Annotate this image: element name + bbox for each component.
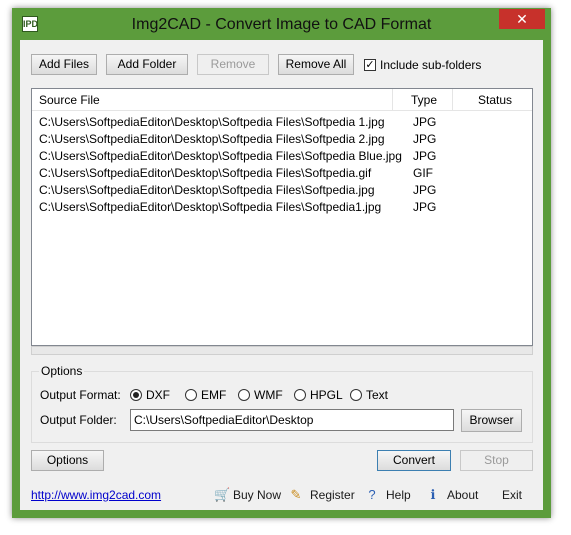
- options-button[interactable]: Options: [31, 450, 104, 471]
- client-area: Add Files Add Folder Remove Remove All ✓…: [20, 40, 543, 510]
- cell-source-file: C:\Users\SoftpediaEditor\Desktop\Softped…: [39, 200, 382, 214]
- help-link[interactable]: Help: [386, 488, 411, 502]
- window-title: Img2CAD - Convert Image to CAD Format: [131, 16, 432, 33]
- table-row[interactable]: C:\Users\SoftpediaEditor\Desktop\Softped…: [32, 130, 532, 147]
- cart-icon: 🛒: [214, 487, 231, 502]
- include-subfolders-checkbox[interactable]: ✓: [364, 59, 376, 71]
- website-link[interactable]: http://www.img2cad.com: [31, 488, 161, 502]
- close-button[interactable]: ✕: [499, 9, 545, 29]
- column-divider[interactable]: [392, 89, 393, 110]
- about-link[interactable]: About: [447, 488, 478, 502]
- column-source-file[interactable]: Source File: [39, 93, 100, 107]
- radio-dxf-label[interactable]: DXF: [146, 388, 170, 402]
- cell-source-file: C:\Users\SoftpediaEditor\Desktop\Softped…: [39, 183, 375, 197]
- options-group-label: Options: [39, 364, 85, 378]
- radio-hpgl[interactable]: [294, 389, 306, 401]
- horizontal-scrollbar[interactable]: [31, 346, 533, 355]
- radio-emf-label[interactable]: EMF: [201, 388, 226, 402]
- output-format-label: Output Format:: [40, 388, 121, 402]
- remove-button[interactable]: Remove: [197, 54, 269, 75]
- radio-dxf[interactable]: [130, 389, 142, 401]
- stop-button[interactable]: Stop: [460, 450, 533, 471]
- table-row[interactable]: C:\Users\SoftpediaEditor\Desktop\Softped…: [32, 181, 532, 198]
- table-row[interactable]: C:\Users\SoftpediaEditor\Desktop\Softped…: [32, 198, 532, 215]
- column-type[interactable]: Type: [411, 93, 437, 107]
- radio-emf[interactable]: [185, 389, 197, 401]
- browse-button[interactable]: Browser: [461, 409, 522, 432]
- output-folder-field[interactable]: C:\Users\SoftpediaEditor\Desktop: [130, 409, 454, 431]
- convert-button[interactable]: Convert: [377, 450, 451, 471]
- column-divider[interactable]: [452, 89, 453, 110]
- list-header: Source File Type Status: [32, 89, 532, 111]
- options-group: Options Output Format: DXF EMF WMF HPGL …: [31, 364, 533, 443]
- register-link[interactable]: Register: [310, 488, 355, 502]
- pen-icon: ✎: [290, 487, 302, 502]
- cell-type: JPG: [413, 183, 437, 197]
- output-folder-label: Output Folder:: [40, 413, 117, 427]
- cell-type: JPG: [413, 115, 437, 129]
- remove-all-button[interactable]: Remove All: [278, 54, 354, 75]
- radio-text[interactable]: [350, 389, 362, 401]
- cell-source-file: C:\Users\SoftpediaEditor\Desktop\Softped…: [39, 149, 402, 163]
- table-row[interactable]: C:\Users\SoftpediaEditor\Desktop\Softped…: [32, 147, 532, 164]
- radio-wmf[interactable]: [238, 389, 250, 401]
- app-window: IPD Img2CAD - Convert Image to CAD Forma…: [12, 8, 551, 518]
- cell-source-file: C:\Users\SoftpediaEditor\Desktop\Softped…: [39, 115, 385, 129]
- column-status[interactable]: Status: [478, 93, 512, 107]
- exit-link[interactable]: Exit: [502, 488, 522, 502]
- about-icon: ℹ: [430, 487, 436, 502]
- include-subfolders-label: Include sub-folders: [380, 58, 482, 72]
- table-row[interactable]: C:\Users\SoftpediaEditor\Desktop\Softped…: [32, 113, 532, 130]
- cell-type: JPG: [413, 149, 437, 163]
- cell-source-file: C:\Users\SoftpediaEditor\Desktop\Softped…: [39, 166, 372, 180]
- radio-text-label[interactable]: Text: [366, 388, 388, 402]
- radio-hpgl-label[interactable]: HPGL: [310, 388, 343, 402]
- cell-type: JPG: [413, 200, 437, 214]
- file-list[interactable]: Source File Type Status C:\Users\Softped…: [31, 88, 533, 346]
- buy-now-link[interactable]: Buy Now: [233, 488, 281, 502]
- add-files-button[interactable]: Add Files: [31, 54, 97, 75]
- add-folder-button[interactable]: Add Folder: [106, 54, 188, 75]
- cell-type: JPG: [413, 132, 437, 146]
- title-bar[interactable]: IPD Img2CAD - Convert Image to CAD Forma…: [12, 8, 551, 40]
- cell-type: GIF: [413, 166, 433, 180]
- cell-source-file: C:\Users\SoftpediaEditor\Desktop\Softped…: [39, 132, 385, 146]
- table-row[interactable]: C:\Users\SoftpediaEditor\Desktop\Softped…: [32, 164, 532, 181]
- radio-wmf-label[interactable]: WMF: [254, 388, 283, 402]
- help-icon: ?: [368, 487, 376, 502]
